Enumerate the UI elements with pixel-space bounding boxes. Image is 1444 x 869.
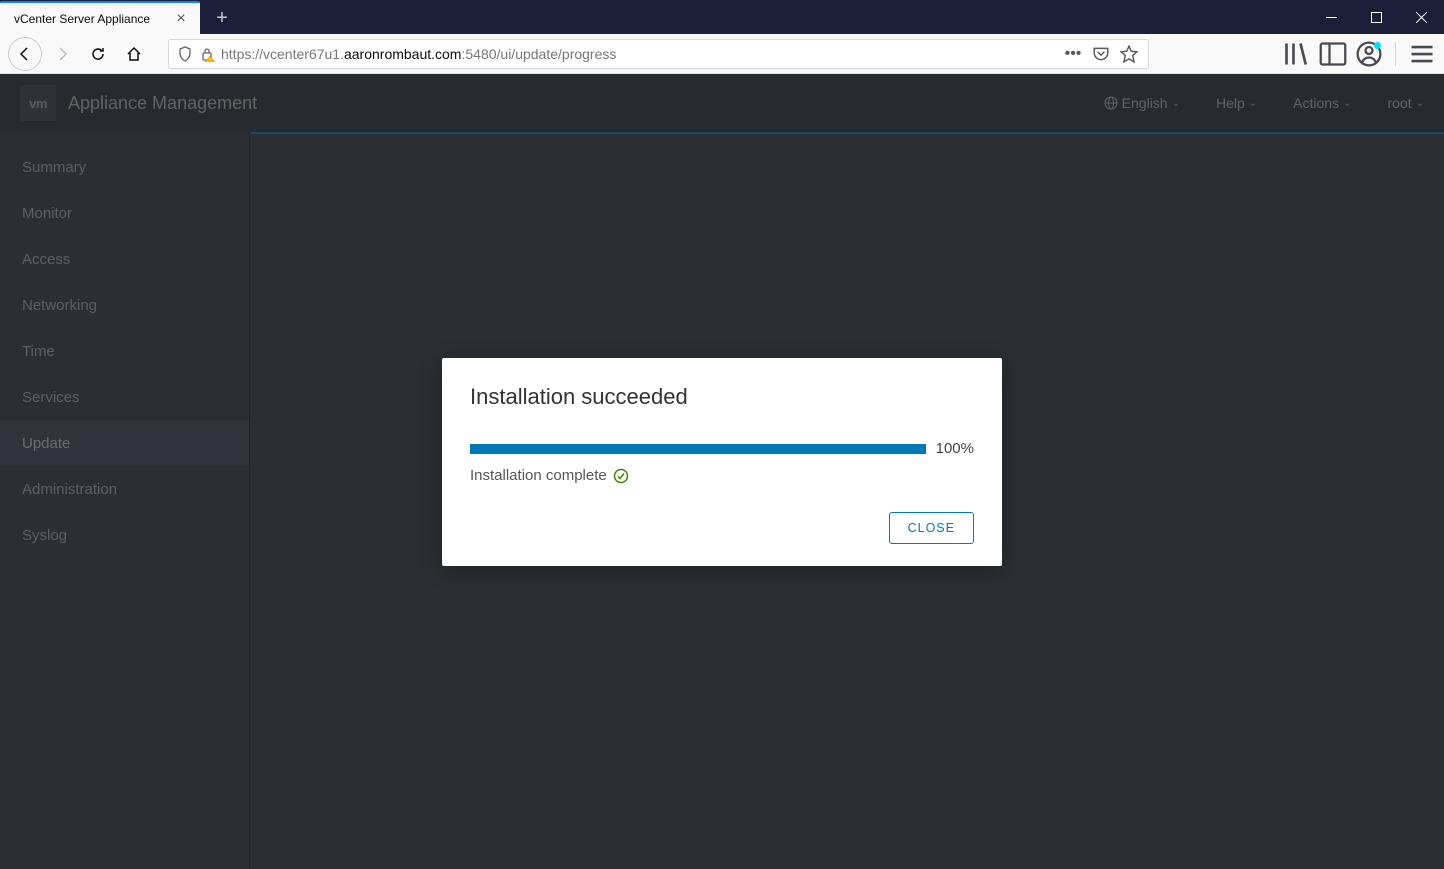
window-maximize-button[interactable]: [1354, 0, 1399, 34]
close-button[interactable]: CLOSE: [889, 512, 974, 544]
sidebar-toggle-icon[interactable]: [1319, 40, 1347, 68]
app-menu-icon[interactable]: [1408, 40, 1436, 68]
app-root: vm Appliance Management English⌄ Help⌄ A…: [0, 74, 1444, 869]
window-close-button[interactable]: [1399, 0, 1444, 34]
forward-button[interactable]: [46, 38, 78, 70]
status-text: Installation complete: [470, 467, 607, 484]
modal-overlay: Installation succeeded 100% Installation…: [0, 74, 1444, 869]
modal-title: Installation succeeded: [470, 384, 974, 410]
tracking-protection-icon[interactable]: [177, 46, 193, 62]
bookmark-star-icon[interactable]: [1120, 45, 1138, 63]
url-text: https://vcenter67u1.aaronrombaut.com:548…: [221, 46, 1064, 62]
library-icon[interactable]: [1283, 40, 1311, 68]
pocket-icon[interactable]: [1092, 45, 1110, 63]
tab-strip: vCenter Server Appliance × +: [0, 0, 238, 34]
reload-button[interactable]: [82, 38, 114, 70]
window-minimize-button[interactable]: [1309, 0, 1354, 34]
lock-warning-icon[interactable]: [199, 46, 215, 62]
url-bar[interactable]: https://vcenter67u1.aaronrombaut.com:548…: [168, 39, 1149, 69]
home-button[interactable]: [118, 38, 150, 70]
new-tab-button[interactable]: +: [206, 2, 238, 34]
tab-close-icon[interactable]: ×: [172, 10, 190, 28]
browser-tab[interactable]: vCenter Server Appliance ×: [0, 1, 200, 34]
tab-title: vCenter Server Appliance: [14, 12, 172, 26]
account-icon[interactable]: [1355, 40, 1383, 68]
page-actions-icon[interactable]: •••: [1064, 45, 1082, 63]
progress-percentage: 100%: [936, 440, 974, 457]
progress-bar: [470, 444, 926, 454]
installation-modal: Installation succeeded 100% Installation…: [442, 358, 1002, 566]
success-check-icon: [613, 468, 629, 484]
back-button[interactable]: [8, 37, 42, 71]
nav-toolbar: https://vcenter67u1.aaronrombaut.com:548…: [0, 34, 1444, 74]
